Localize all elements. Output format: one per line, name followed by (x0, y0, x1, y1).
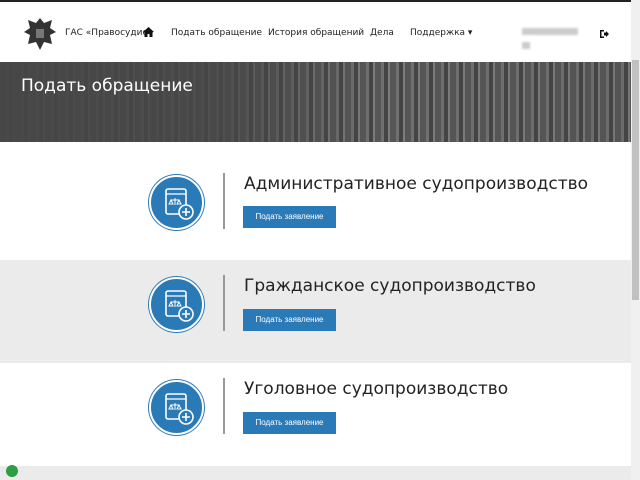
user-name-blurred-2 (522, 42, 530, 49)
document-add-icon (149, 277, 204, 332)
divider (223, 378, 225, 434)
home-icon[interactable] (143, 27, 154, 37)
nav-submit[interactable]: Подать обращение (171, 28, 262, 38)
section-title: Уголовное судопроизводство (244, 379, 509, 399)
section-next (0, 466, 631, 480)
submit-application-button[interactable]: Подать заявление (243, 412, 336, 434)
section-civil: Гражданское судопроизводство Подать заяв… (0, 260, 631, 363)
security-shield-icon[interactable] (6, 465, 18, 477)
divider (223, 275, 225, 331)
document-add-icon (149, 380, 204, 435)
coat-of-arms-logo[interactable] (20, 14, 60, 54)
submit-application-button[interactable]: Подать заявление (243, 309, 336, 331)
nav-history[interactable]: История обращений (268, 28, 364, 38)
submit-application-button[interactable]: Подать заявление (243, 206, 336, 228)
logout-icon[interactable] (599, 29, 609, 39)
nav-support-dropdown[interactable]: Поддержка ▾ (410, 28, 472, 38)
page-banner: Подать обращение (0, 62, 631, 142)
brand-link[interactable]: ГАС «Правосудие» (65, 28, 154, 38)
document-add-icon (149, 175, 204, 230)
top-navbar: ГАС «Правосудие» Подать обращение Истори… (0, 0, 631, 62)
page-title: Подать обращение (21, 76, 193, 96)
section-title: Административное судопроизводство (244, 174, 589, 194)
section-administrative: Административное судопроизводство Подать… (0, 142, 631, 260)
section-title: Гражданское судопроизводство (244, 276, 536, 296)
section-criminal: Уголовное судопроизводство Подать заявле… (0, 363, 631, 466)
user-name-blurred[interactable] (522, 28, 578, 35)
scrollbar-thumb[interactable] (632, 60, 639, 300)
divider (223, 173, 225, 229)
nav-cases[interactable]: Дела (370, 28, 394, 38)
